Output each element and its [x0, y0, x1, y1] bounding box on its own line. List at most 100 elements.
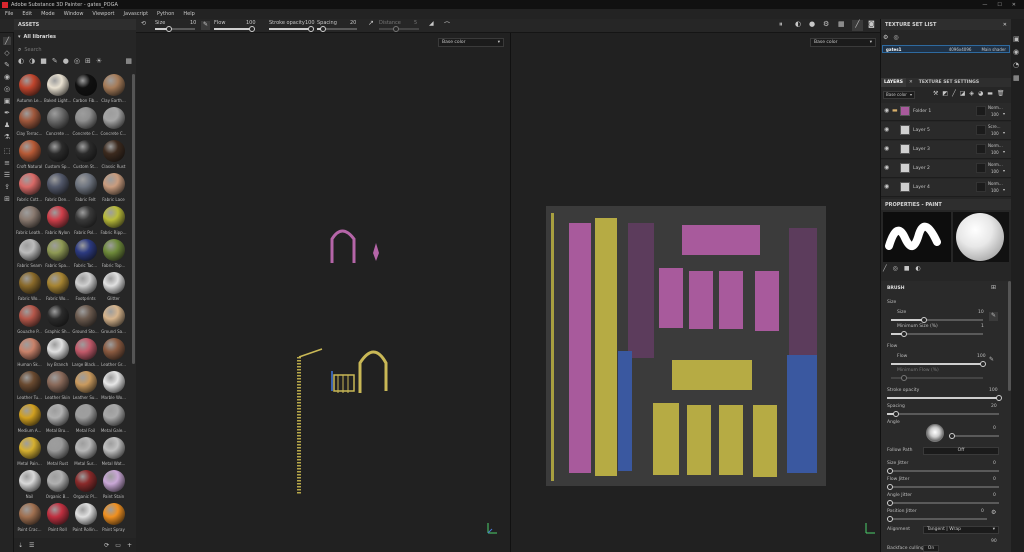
projection-icon[interactable]: ✎ — [3, 61, 11, 69]
angle-slider[interactable] — [949, 433, 999, 439]
asset-item[interactable]: Fabric Wo... — [44, 272, 71, 303]
asset-item[interactable]: Croft Natural — [16, 140, 43, 171]
close-icon[interactable]: ✕ — [1012, 2, 1016, 8]
stamp-icon[interactable]: ♟ — [3, 121, 11, 129]
layer-channel-dropdown[interactable]: Base color ▾ — [883, 91, 915, 99]
history-icon[interactable]: ◔ — [1013, 61, 1019, 69]
layer-mask-slot[interactable] — [976, 125, 986, 135]
eye-icon[interactable]: ◉ — [884, 164, 889, 171]
maximize-icon[interactable]: ☐ — [997, 2, 1001, 8]
refresh-icon[interactable]: ⟳ — [104, 542, 109, 549]
texture-filter-icon[interactable]: ■ — [40, 57, 47, 67]
viewport-3d[interactable]: Base color ▾ — [136, 33, 510, 552]
asset-item[interactable]: Ground Sa... — [100, 305, 127, 336]
toolbar-distance-value[interactable]: 5 — [414, 20, 417, 26]
screenshot-icon[interactable]: ◙ — [868, 20, 875, 28]
color-picker-icon[interactable]: ✒ — [3, 109, 11, 117]
history-icon[interactable]: ≡ — [3, 159, 11, 167]
filter-filter-icon[interactable]: ⊞ — [85, 57, 91, 67]
environment-filter-icon[interactable]: ☀ — [96, 57, 102, 67]
layer-folder[interactable]: ◉ ▬ Folder 1 Norm... 100 ▾ — [881, 103, 1012, 121]
layer-item[interactable]: ◉ Layer 5 Scre... 100 ▾ — [881, 122, 1012, 140]
add-icon[interactable]: + — [127, 542, 132, 549]
size-jitter-slider[interactable] — [887, 468, 999, 474]
asset-item[interactable]: Graphic Sh... — [44, 305, 71, 336]
menu-file[interactable]: File — [5, 11, 13, 17]
viewport-2d[interactable]: Base color ▾ — [510, 33, 880, 552]
texture-set-icon[interactable]: ▣ — [1013, 35, 1020, 43]
asset-item[interactable]: Fabric Leath... — [16, 206, 43, 237]
paint-layer-icon[interactable]: ╱ — [952, 90, 956, 97]
asset-item[interactable]: Nail — [16, 470, 43, 501]
eraser-icon[interactable]: ◇ — [3, 49, 11, 57]
angle-jitter-slider[interactable] — [887, 500, 999, 506]
backface-number[interactable]: 90 — [991, 539, 997, 544]
display-icon[interactable]: ☰ — [3, 171, 11, 179]
size-value[interactable]: 10 — [978, 310, 984, 315]
asset-item[interactable]: Metal Foil — [72, 404, 99, 435]
eye-icon[interactable]: ◉ — [884, 126, 889, 133]
stroke-opacity-slider[interactable] — [887, 395, 1002, 401]
toolbar-spacing-value[interactable]: 20 — [350, 20, 356, 26]
asset-item[interactable]: Autumn Le... — [16, 74, 43, 105]
menu-viewport[interactable]: Viewport — [92, 11, 114, 17]
layer-item[interactable]: ◉ Layer 2 Norm... 100 ▾ — [881, 160, 1012, 178]
menu-javascript[interactable]: Javascript — [124, 11, 149, 17]
asset-item[interactable]: Glitter — [100, 272, 127, 303]
asset-item[interactable]: Fabric Den... — [44, 173, 71, 204]
asset-item[interactable]: Concrete C... — [100, 107, 127, 138]
layer-opacity[interactable]: 100 — [991, 112, 999, 117]
asset-item[interactable]: Human Sk... — [16, 338, 43, 369]
asset-item[interactable]: Leather Su... — [72, 371, 99, 402]
new-folder-icon[interactable]: ▭ — [115, 542, 121, 549]
layer-opacity[interactable]: 100 — [991, 150, 999, 155]
settings-icon[interactable]: ⚙ — [823, 20, 829, 28]
toolbar-stroke-opacity-slider[interactable] — [269, 26, 314, 32]
search-input[interactable] — [24, 47, 125, 53]
layer-opacity[interactable]: 100 — [991, 188, 999, 193]
menu-edit[interactable]: Edit — [22, 11, 32, 17]
toolbar-spacing-slider[interactable] — [317, 26, 357, 32]
menu-help[interactable]: Help — [183, 11, 194, 17]
asset-item[interactable]: Clay Earth... — [100, 74, 127, 105]
flow-pressure-icon[interactable]: ✎ — [989, 356, 994, 363]
backface-toggle[interactable]: On — [923, 545, 939, 552]
layer-mask-slot[interactable] — [976, 163, 986, 173]
layer-item[interactable]: ◉ Layer 3 Norm... 100 ▾ — [881, 141, 1012, 159]
smart-material-filter-icon[interactable]: ◑ — [29, 57, 35, 67]
fill-layer-icon[interactable]: ◪ — [960, 90, 966, 97]
asset-item[interactable]: Footprints — [72, 272, 99, 303]
layer-blend-mode[interactable]: Norm... — [988, 105, 1003, 110]
asset-item[interactable]: Classic Rust — [100, 140, 127, 171]
render-icon[interactable]: ● — [809, 20, 815, 28]
asset-item[interactable]: Medium A... — [16, 404, 43, 435]
follow-path-toggle[interactable]: Off — [923, 447, 999, 455]
size-pressure-icon[interactable]: ✎ — [989, 312, 998, 321]
spacing-value[interactable]: 20 — [991, 404, 997, 409]
asset-item[interactable]: Ground Sto... — [72, 305, 99, 336]
stroke-opacity-value[interactable]: 100 — [989, 388, 998, 393]
asset-item[interactable]: Fabric Cott... — [16, 173, 43, 204]
spacing-slider[interactable] — [887, 411, 999, 417]
bake-icon[interactable]: ⬚ — [3, 147, 11, 155]
asset-item[interactable]: Custom Sp... — [44, 140, 71, 171]
alignment-dropdown[interactable]: Tangent | Wrap ▾ — [923, 526, 999, 534]
display-settings-icon[interactable]: ◉ — [1013, 48, 1019, 56]
asset-item[interactable]: Metal Sur... — [72, 437, 99, 468]
layer-blend-mode[interactable]: Norm... — [988, 143, 1003, 148]
color-tab-icon[interactable]: ◐ — [916, 265, 921, 272]
asset-item[interactable]: Fabric Spa... — [44, 239, 71, 270]
paint-mode-icon[interactable]: ╱ — [852, 20, 863, 31]
import-icon[interactable]: ⇣ — [18, 542, 23, 549]
fill-bucket-icon[interactable]: ◈ — [969, 90, 974, 97]
flow-slider[interactable] — [891, 361, 986, 367]
asset-item[interactable]: Fabric Nylon — [44, 206, 71, 237]
asset-item[interactable]: Paint Rollin... — [72, 503, 99, 534]
eye-icon[interactable]: ◉ — [884, 145, 889, 152]
eye-icon[interactable]: ◉ — [884, 107, 889, 114]
tab-texture-set-settings[interactable]: TEXTURE SET SETTINGS — [916, 80, 982, 85]
asset-item[interactable]: Ivy Branch — [44, 338, 71, 369]
list-icon[interactable]: ☰ — [29, 542, 34, 549]
settings-icon[interactable]: ⚙ — [883, 34, 888, 41]
min-flow-slider[interactable] — [891, 375, 983, 381]
